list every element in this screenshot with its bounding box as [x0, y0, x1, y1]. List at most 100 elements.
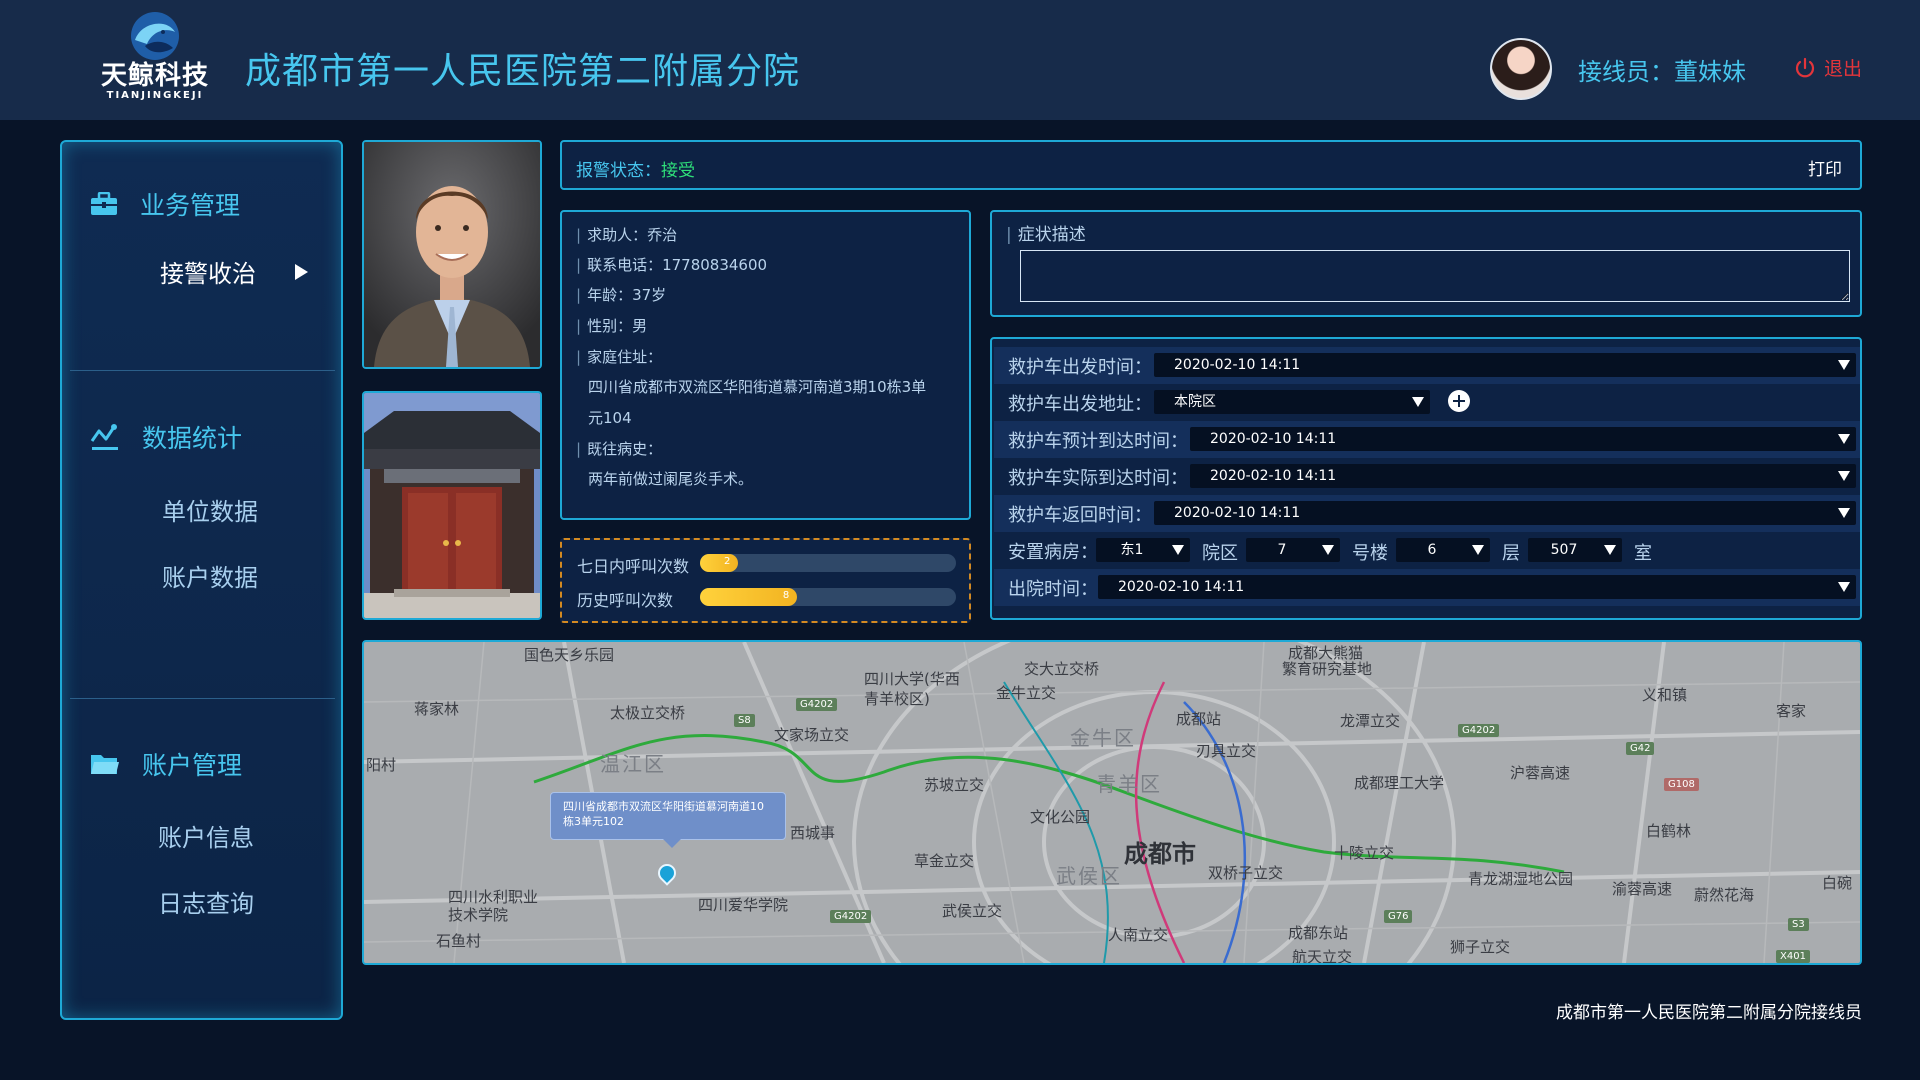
ward-floor-select[interactable]: 6: [1396, 538, 1490, 562]
ward-room-select[interactable]: 507: [1528, 538, 1622, 562]
map-label: 渝蓉高速: [1612, 880, 1673, 898]
sidebar-section-business[interactable]: 业务管理: [90, 186, 240, 222]
map-label: 四川爱华学院: [698, 896, 789, 914]
map-label: 狮子立交: [1450, 938, 1511, 956]
chevron-down-icon: [1472, 545, 1484, 555]
chevron-down-icon: [1838, 508, 1850, 518]
road-shield: S3: [1788, 918, 1809, 931]
sidebar-item-account-data[interactable]: 账户数据: [162, 558, 258, 593]
address-label: | 家庭住址：: [576, 348, 663, 366]
road-shield: X401: [1776, 950, 1810, 963]
map-label: 阳村: [366, 756, 397, 774]
company-logo: 天鲸科技 TIANJINGKEJI: [90, 10, 220, 105]
discharge-select[interactable]: 2020-02-10 14:11: [1098, 575, 1856, 599]
map-label: 青羊区: [1096, 772, 1162, 796]
address-line-2: 元104: [588, 409, 632, 427]
map-label: 青羊校区): [864, 690, 930, 708]
map-label: 航天立交: [1292, 948, 1353, 965]
alarm-status-bar: 报警状态：接受 打印: [560, 140, 1862, 190]
building-photo: [362, 391, 542, 620]
chevron-down-icon: [1172, 545, 1184, 555]
symptom-input[interactable]: [1020, 250, 1850, 302]
sidebar-item-account-info[interactable]: 账户信息: [158, 818, 254, 853]
briefcase-icon: [91, 192, 117, 215]
road-shield: G108: [1664, 778, 1699, 791]
medical-history: 两年前做过阑尾炎手术。: [588, 470, 754, 488]
ward-row: 安置病房： 东1 院区 7 号楼 6 层 507 室: [994, 532, 1860, 569]
week-calls-label: 七日内呼叫次数: [577, 557, 690, 576]
road-shield: G76: [1384, 910, 1413, 923]
map-label: 国色天乡乐园: [524, 646, 615, 664]
eta-select[interactable]: 2020-02-10 14:11: [1190, 427, 1856, 451]
map-label: 太极立交桥: [610, 704, 686, 722]
address-line-1: 四川省成都市双流区华阳街道慕河南道3期10栋3单: [588, 378, 927, 396]
eta-label: 救护车预计到达时间：: [1008, 430, 1188, 452]
patient-photo: [362, 140, 542, 369]
arrive-select[interactable]: 2020-02-10 14:11: [1190, 464, 1856, 488]
chart-icon: [90, 424, 118, 450]
logo-subtitle: TIANJINGKEJI: [106, 90, 204, 101]
map-label: 繁育研究基地: [1282, 660, 1373, 678]
map-label: 成都市: [1124, 840, 1196, 868]
return-row: 救护车返回时间： 2020-02-10 14:11: [994, 495, 1860, 532]
print-button[interactable]: 打印: [1808, 155, 1842, 180]
road-shield: G4202: [796, 698, 838, 711]
logout-button[interactable]: 退出: [1794, 54, 1862, 81]
ward-building-select[interactable]: 7: [1246, 538, 1340, 562]
map-label: 交大立交桥: [1024, 660, 1100, 678]
map-label: 四川大学(华西: [864, 670, 960, 688]
arrive-row: 救护车实际到达时间： 2020-02-10 14:11: [994, 458, 1860, 495]
map-label: 十陵立交: [1334, 844, 1395, 862]
map-label: 武侯立交: [942, 902, 1003, 920]
ward-room-unit: 室: [1634, 543, 1652, 564]
chevron-down-icon: [1838, 434, 1850, 444]
chevron-down-icon: [1838, 471, 1850, 481]
page-title: 成都市第一人民医院第二附属分院: [245, 51, 801, 92]
depart-address-select[interactable]: 本院区: [1154, 390, 1430, 414]
return-label: 救护车返回时间：: [1008, 504, 1152, 526]
alarm-status: 报警状态：接受: [576, 156, 695, 181]
map-label: 温江区: [600, 752, 666, 776]
map-label: 成都站: [1176, 710, 1222, 728]
sidebar-section-label: 账户管理: [142, 751, 243, 780]
sidebar-section-statistics[interactable]: 数据统计: [90, 419, 242, 455]
sidebar-item-log-query[interactable]: 日志查询: [158, 884, 254, 919]
caller-name: | 求助人：乔治: [576, 226, 678, 244]
sidebar-item-unit-data[interactable]: 单位数据: [162, 492, 258, 527]
sidebar-item-alarm-reception[interactable]: 接警收治: [160, 254, 256, 289]
caller-gender: | 性别：男: [576, 317, 648, 335]
map-label: 双桥子立交: [1208, 864, 1284, 882]
history-calls-fill: 8: [700, 588, 798, 606]
map-label: 客家: [1776, 702, 1807, 720]
map-label: 青龙湖湿地公园: [1468, 870, 1574, 888]
call-count-panel: 七日内呼叫次数 2 历史呼叫次数 8: [560, 538, 971, 623]
sidebar-section-label: 数据统计: [142, 424, 243, 453]
map-label: 文家场立交: [774, 726, 850, 744]
alarm-status-value: 接受: [661, 161, 695, 181]
add-address-icon[interactable]: [1448, 390, 1470, 412]
map-label: 苏坡立交: [924, 776, 985, 794]
top-header: 天鲸科技 TIANJINGKEJI 成都市第一人民医院第二附属分院 接线员：董妹…: [0, 0, 1920, 120]
operator-avatar[interactable]: [1490, 38, 1552, 100]
logout-label: 退出: [1824, 58, 1863, 80]
map-label: 白碗: [1822, 874, 1853, 892]
ward-building-unit: 号楼: [1352, 543, 1388, 564]
map-label: 金牛立交: [996, 684, 1057, 702]
week-calls-bar: 2: [700, 554, 956, 572]
ward-area-select[interactable]: 东1: [1096, 538, 1190, 562]
depart-time-select[interactable]: 2020-02-10 14:11: [1154, 353, 1856, 377]
ward-area-unit: 院区: [1202, 543, 1238, 564]
active-arrow-icon: [295, 264, 308, 280]
discharge-row: 出院时间： 2020-02-10 14:11: [994, 569, 1860, 606]
map-label: 蔚然花海: [1694, 886, 1755, 904]
return-select[interactable]: 2020-02-10 14:11: [1154, 501, 1856, 525]
sidebar-divider: [70, 370, 335, 371]
power-icon: [1795, 57, 1815, 77]
sidebar-section-accounts[interactable]: 账户管理: [90, 746, 242, 782]
depart-time-row: 救护车出发时间： 2020-02-10 14:11: [994, 347, 1860, 384]
location-map[interactable]: 国色天乡乐园 四川大学(华西 青羊校区) 交大立交桥 金牛立交 成都大熊猫 繁育…: [362, 640, 1862, 965]
sidebar: 业务管理 接警收治 数据统计 单位数据 账户数据 账户管理 账户信息 日志查询: [60, 140, 343, 1020]
history-calls-label: 历史呼叫次数: [577, 591, 674, 610]
map-label: 白鹤林: [1646, 822, 1692, 840]
map-label: 草金立交: [914, 852, 975, 870]
